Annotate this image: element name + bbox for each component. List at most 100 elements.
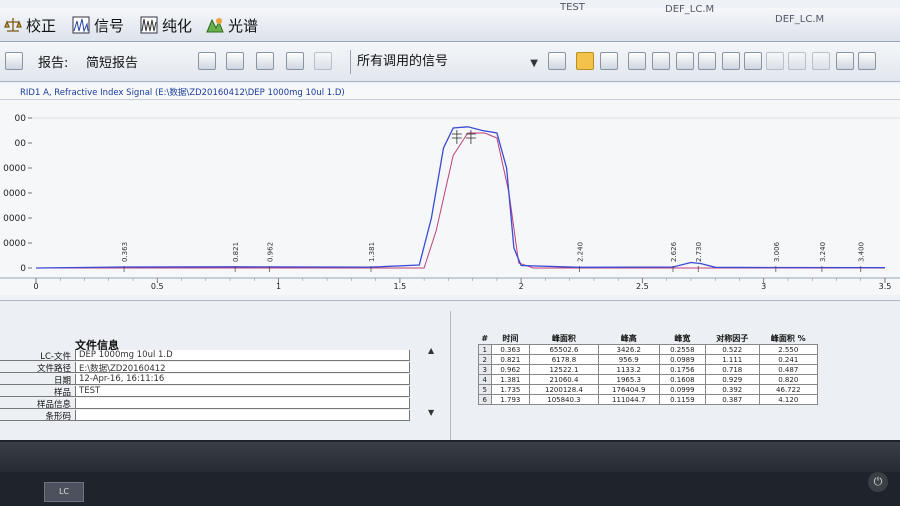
table-row[interactable]: 3 0.962 12522.1 1133.2 0.1756 0.718 0.487 <box>478 364 819 375</box>
window-title-fragment: DEF_LC.M <box>665 4 715 15</box>
peak-label: 3.240 <box>819 242 827 262</box>
table-cell: 6 <box>478 394 492 405</box>
preview-icon[interactable] <box>198 52 216 70</box>
peak-table-column-header: 峰高 <box>620 334 637 343</box>
window-title-fragment: TEST <box>560 2 585 13</box>
y-tick-label: 0000 <box>3 239 26 249</box>
table-cell: 111044.7 <box>597 394 660 405</box>
table-row[interactable]: 6 1.793 105840.3 111044.7 0.1159 0.387 4.120 <box>478 394 819 405</box>
file-info-key: 样品 <box>0 386 75 398</box>
y-tick-label: 00 <box>15 139 27 149</box>
integrate-icon[interactable] <box>548 52 566 70</box>
table-cell: 176404.9 <box>597 384 660 395</box>
draw-baseline-icon[interactable] <box>652 52 670 70</box>
edit-report-icon[interactable] <box>5 52 23 70</box>
peak-label: 2.730 <box>695 242 703 262</box>
file-info-key: 条形码 <box>0 410 75 422</box>
file-info-value: DEP 1000mg 10ul 1.D <box>75 350 410 361</box>
file-info-key: 文件路径 <box>0 362 75 374</box>
file-info-row: 日期 12-Apr-16, 16:11:16 <box>0 374 410 386</box>
tab-label: 信号 <box>94 16 125 35</box>
spectrum-icon <box>206 18 224 33</box>
scroll-up-icon[interactable]: ▲ <box>428 346 434 355</box>
table-cell: 5 <box>478 384 492 395</box>
table-cell: 956.9 <box>597 354 660 365</box>
tab-signal[interactable]: 信号 <box>72 12 124 38</box>
delete-peak-icon[interactable] <box>744 52 762 70</box>
toolbar: 报告: 简短报告 所有调用的信号 ▼ <box>0 42 900 82</box>
chart-header: RID1 A, Refractive Index Signal (E:\数据\Z… <box>0 84 900 100</box>
tangent-skim-icon[interactable] <box>698 52 716 70</box>
table-row[interactable]: 1 0.363 65502.6 3426.2 0.2558 0.522 2.550 <box>478 344 819 355</box>
table-cell: 1 <box>478 344 492 355</box>
x-tick-label: 1 <box>276 282 281 291</box>
window-title-fragment: DEF_LC.M <box>775 14 825 25</box>
table-cell: 1.111 <box>704 354 760 365</box>
peak-table-column-header: 时间 <box>502 334 519 343</box>
chemstation-window: 校正 信号 纯化 光谱 TEST DEF_LC.M DEF_LC.M 报告: 简… <box>0 0 900 506</box>
file-info-row: 条形码 <box>0 410 410 422</box>
split-peak-icon[interactable] <box>676 52 694 70</box>
peak-label: 3.006 <box>773 241 781 262</box>
purify-icon <box>140 16 158 34</box>
report-type-select[interactable]: 简短报告 <box>86 52 138 71</box>
signal-select[interactable]: 所有调用的信号 ▼ <box>350 50 540 74</box>
table-cell: 0.392 <box>704 384 760 395</box>
report-label: 报告: <box>38 56 69 71</box>
zoom-in-icon[interactable] <box>576 52 594 70</box>
settings-icon[interactable] <box>858 52 876 70</box>
copy-chart-icon[interactable] <box>836 52 854 70</box>
taskbar-app-button[interactable]: LC <box>44 482 84 502</box>
chart-background <box>0 100 900 295</box>
peak-icon[interactable] <box>722 52 740 70</box>
table-cell: 0.0999 <box>658 384 706 395</box>
zoom-out-icon[interactable] <box>600 52 618 70</box>
table-cell: 0.387 <box>704 394 760 405</box>
print-preview-icon[interactable] <box>226 52 244 70</box>
x-tick-label: 2 <box>519 282 524 291</box>
table-cell: 12522.1 <box>529 364 599 375</box>
table-cell: 0.487 <box>758 364 819 375</box>
table-cell: 1200128.4 <box>529 384 599 395</box>
table-row[interactable]: 5 1.735 1200128.4 176404.9 0.0999 0.392 46.722 <box>478 384 819 395</box>
peak-table: # 时间 峰面积 峰高 峰宽 对称因子 峰面积 % 1 0.363 65502.6 3426.2 0… <box>478 333 819 405</box>
tab-purify[interactable]: 纯化 <box>140 12 192 38</box>
file-info-value: E:\数据\ZD20160412 <box>75 362 410 374</box>
file-info-key: 日期 <box>0 374 75 386</box>
export-icon[interactable] <box>314 52 332 70</box>
file-info-value: TEST <box>75 386 410 397</box>
tab-label: 光谱 <box>228 16 259 35</box>
file-info-value <box>75 410 410 421</box>
scale-icon <box>4 18 22 32</box>
mode-bar: 校正 信号 纯化 光谱 TEST DEF_LC.M DEF_LC.M <box>0 2 900 42</box>
x-tick-label: 3 <box>761 282 766 291</box>
table-cell: 4 <box>478 374 492 385</box>
tab-calibration[interactable]: 校正 <box>4 12 56 38</box>
peak-label: 2.240 <box>576 242 584 262</box>
table-row[interactable]: 2 0.821 6178.8 956.9 0.0989 1.111 0.241 <box>478 354 819 365</box>
y-tick-label: 0000 <box>3 189 26 199</box>
undo-icon[interactable] <box>766 52 784 70</box>
redo-icon[interactable] <box>788 52 806 70</box>
peak-label: 3.400 <box>858 242 866 262</box>
peak-label: 0.363 <box>121 242 129 262</box>
select-pointer-icon[interactable] <box>628 52 646 70</box>
print-icon[interactable] <box>286 52 304 70</box>
options-icon[interactable] <box>812 52 830 70</box>
table-cell: 4.120 <box>758 394 819 405</box>
y-tick-label: 00 <box>15 114 27 124</box>
y-tick-label: 0000 <box>3 214 26 224</box>
y-tick-label: 0 <box>20 264 26 274</box>
file-info-row: 样品信息 <box>0 398 410 410</box>
scroll-down-icon[interactable]: ▼ <box>428 408 434 417</box>
file-info-key: 样品信息 <box>0 398 75 410</box>
file-info-value <box>75 398 410 409</box>
tab-spectrum[interactable]: 光谱 <box>206 12 258 38</box>
table-row[interactable]: 4 1.381 21060.4 1965.3 0.1608 0.929 0.820 <box>478 374 819 385</box>
power-icon[interactable]: ⏻ <box>868 472 888 492</box>
chromatogram-panel[interactable]: 0 0000 0000 0000 0000 00 00 0 0.5 1 1.5 2 2.5 3 3.5 0.3… <box>0 100 900 295</box>
copy-icon[interactable] <box>256 52 274 70</box>
x-tick-label: 0.5 <box>151 282 164 291</box>
chromatogram-chart[interactable]: 0000000000000000000000 0.5 1 1.5 2 2.5 3 3.50.3… <box>0 100 900 295</box>
file-info-row: LC-文件 DEP 1000mg 10ul 1.D <box>0 350 410 362</box>
